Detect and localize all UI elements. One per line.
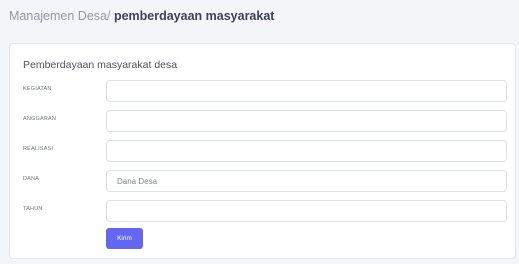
tahun-input[interactable] — [106, 200, 507, 222]
field-row-kegiatan: KEGIATAN — [10, 80, 515, 102]
field-row-tahun: TAHUN — [10, 200, 515, 222]
field-label-dana: DANA — [23, 176, 40, 182]
field-row-realisasi: REALISASI — [10, 140, 515, 162]
form-card: Pemberdayaan masyarakat desa KEGIATAN AN… — [9, 43, 516, 259]
field-label-realisasi: REALISASI — [23, 146, 54, 152]
field-label-anggaran: ANGGARAN — [23, 116, 57, 122]
field-label-kegiatan: KEGIATAN — [23, 86, 52, 92]
kirim-button[interactable]: Kirim — [106, 228, 143, 249]
kegiatan-input[interactable] — [106, 80, 507, 102]
realisasi-input[interactable] — [106, 140, 507, 162]
field-label-tahun: TAHUN — [23, 206, 43, 212]
field-row-dana: DANA — [10, 170, 515, 192]
breadcrumb-parent[interactable]: Manajemen Desa/ — [9, 9, 110, 23]
breadcrumb: Manajemen Desa/ pemberdayaan masyarakat — [9, 9, 274, 23]
dana-input[interactable] — [106, 170, 507, 192]
page-title: pemberdayaan masyarakat — [113, 9, 275, 23]
anggaran-input[interactable] — [106, 110, 507, 132]
field-row-anggaran: ANGGARAN — [10, 110, 515, 132]
form-title: Pemberdayaan masyarakat desa — [23, 59, 178, 71]
